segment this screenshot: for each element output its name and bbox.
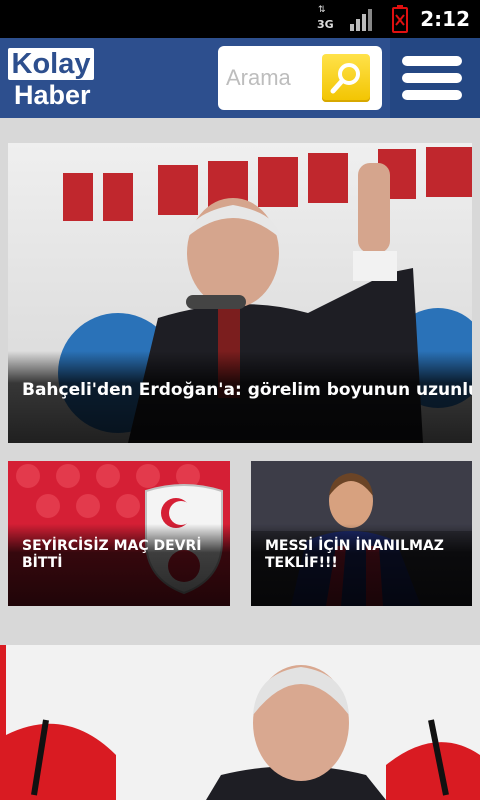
- news-tile-title: SEYİRCİSİZ MAÇ DEVRİ BİTTİ: [22, 538, 202, 571]
- app-header: Kolay Haber: [0, 38, 480, 118]
- news-tile-title: MESSİ İÇİN İNANILMAZ TEKLİF!!!: [265, 538, 444, 571]
- magnifier-icon: [330, 63, 360, 94]
- logo-haber: Haber: [14, 80, 91, 110]
- app-logo[interactable]: Kolay Haber: [6, 48, 96, 110]
- status-bar: ⇅ 3G 2:12: [0, 0, 480, 38]
- logo-kolay: Kolay: [8, 48, 94, 80]
- signal-icon: [350, 9, 372, 31]
- hero-news-title: Bahçeli'den Erdoğan'a: görelim boyunun u…: [22, 380, 472, 400]
- hamburger-menu-button[interactable]: [390, 38, 480, 118]
- news-card-bahceli[interactable]: [0, 645, 480, 800]
- network-label: 3G: [317, 18, 334, 31]
- search-button[interactable]: [322, 54, 370, 102]
- search-input[interactable]: [222, 54, 322, 102]
- news-tile-football[interactable]: SEYİRCİSİZ MAÇ DEVRİ BİTTİ: [8, 461, 230, 606]
- battery-alert-icon: [392, 5, 408, 33]
- hero-news-card[interactable]: Bahçeli'den Erdoğan'a: görelim boyunun u…: [8, 143, 472, 443]
- 3g-data-icon: ⇅ 3G: [317, 5, 334, 32]
- search-box: [218, 46, 382, 110]
- status-time: 2:12: [420, 7, 470, 31]
- news-card-photo: [6, 645, 480, 800]
- news-tile-messi[interactable]: MESSİ İÇİN İNANILMAZ TEKLİF!!!: [251, 461, 472, 606]
